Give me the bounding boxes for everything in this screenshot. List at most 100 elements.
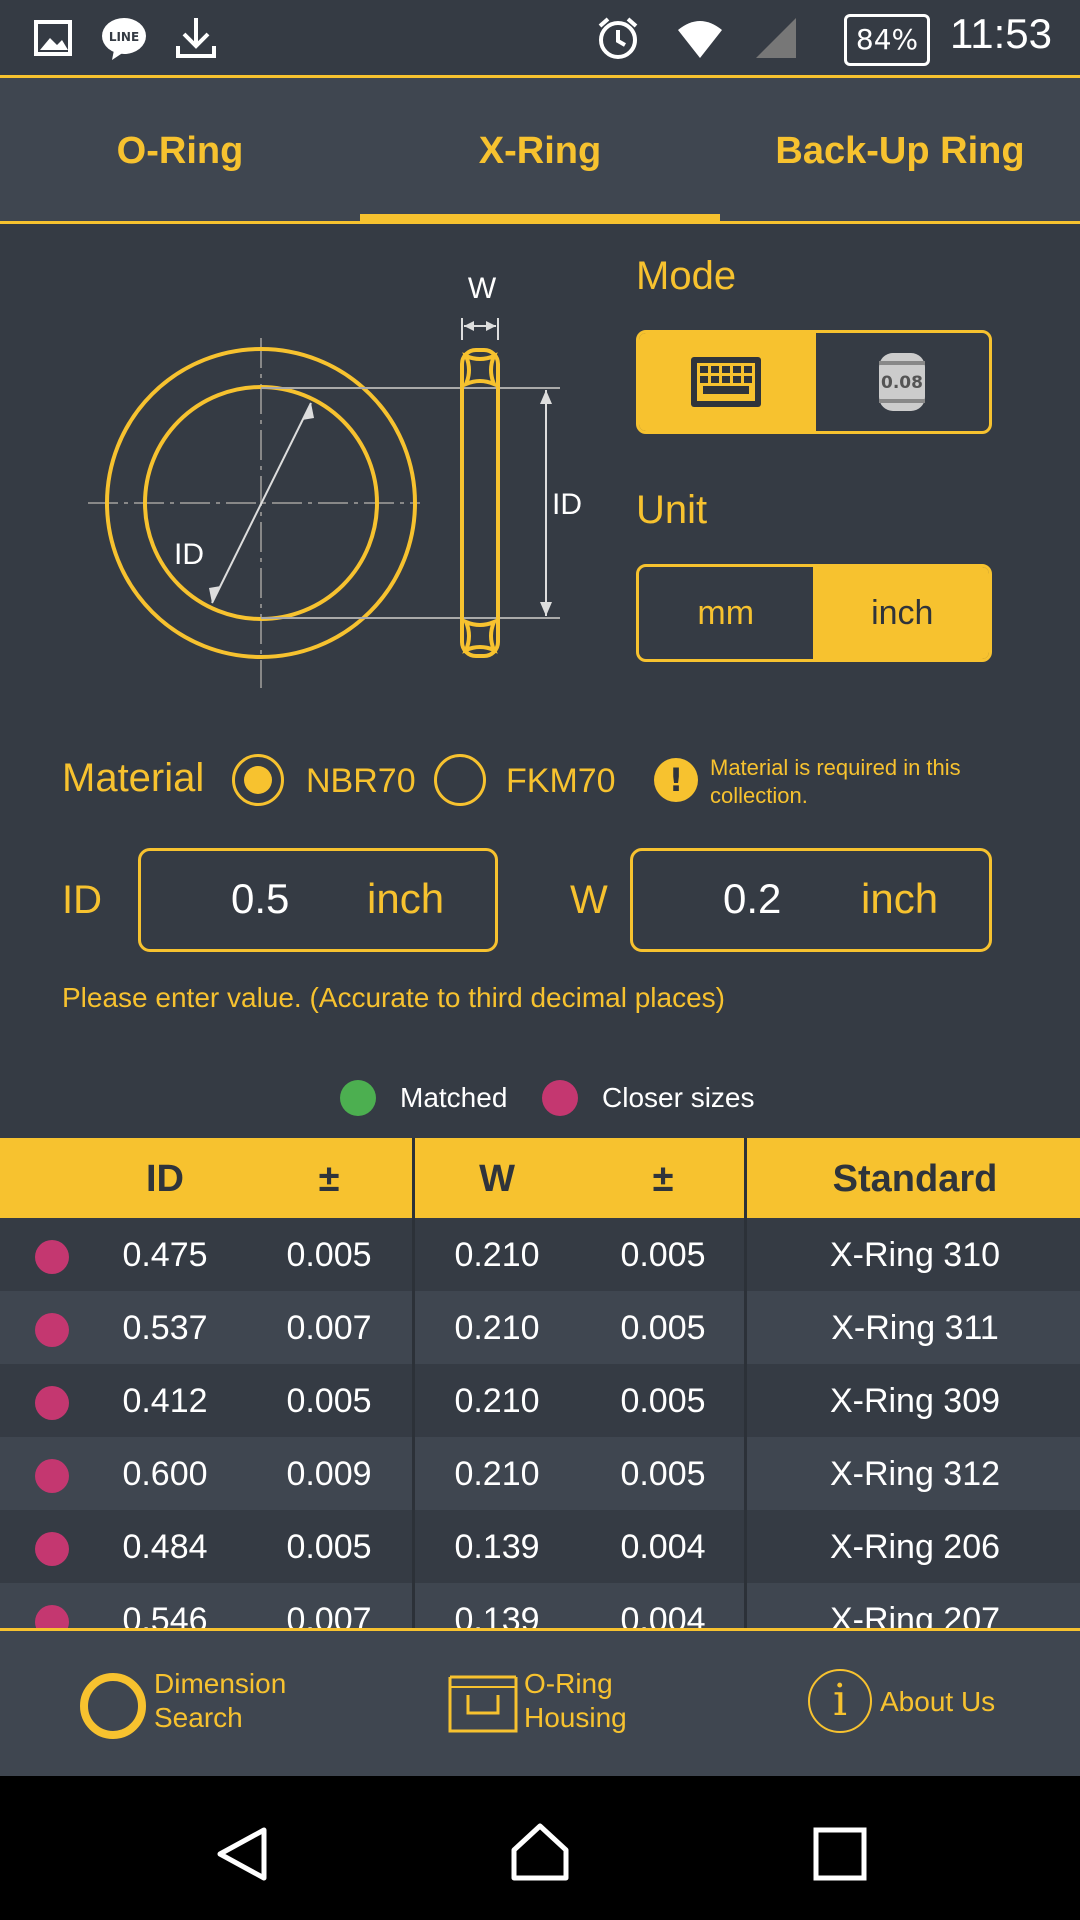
back-icon[interactable] xyxy=(212,1824,272,1884)
nav-dimension-search-line1: Dimension xyxy=(154,1668,287,1699)
table-row[interactable]: 0.600 0.009 0.210 0.005 X-Ring 312 xyxy=(0,1437,1080,1510)
closer-size-dot xyxy=(35,1240,69,1274)
cell-id-tolerance: 0.009 xyxy=(286,1455,372,1493)
diagram-w-label: W xyxy=(467,272,497,305)
dial-icon: 0.08 xyxy=(879,353,926,411)
table-row[interactable]: 0.412 0.005 0.210 0.005 X-Ring 309 xyxy=(0,1364,1080,1437)
cell-id: 0.546 xyxy=(122,1601,208,1628)
tab-back-up-ring[interactable]: Back-Up Ring xyxy=(720,78,1080,222)
header-id: ID xyxy=(146,1158,184,1200)
table-row[interactable]: 0.546 0.007 0.139 0.004 X-Ring 207 xyxy=(0,1583,1080,1628)
cell-id: 0.412 xyxy=(122,1382,208,1420)
material-nbr70-radio[interactable] xyxy=(232,754,284,806)
cell-id-tolerance: 0.007 xyxy=(286,1601,372,1628)
x-ring-diagram xyxy=(88,318,560,688)
w-input-value: 0.2 xyxy=(723,875,782,922)
mode-dial-button[interactable]: 0.08 xyxy=(816,333,990,431)
battery-icon: 84% xyxy=(844,14,930,66)
results-table-body: 0.475 0.005 0.210 0.005 X-Ring 310 0.537… xyxy=(0,1218,1080,1628)
closer-size-dot xyxy=(35,1532,69,1566)
table-row[interactable]: 0.475 0.005 0.210 0.005 X-Ring 310 xyxy=(0,1218,1080,1291)
cell-w: 0.139 xyxy=(454,1601,540,1628)
cell-id: 0.600 xyxy=(122,1455,208,1493)
cell-id: 0.475 xyxy=(122,1236,208,1274)
cell-w: 0.210 xyxy=(454,1309,540,1347)
w-input-label: W xyxy=(570,878,608,922)
diagram-id-circle-label: ID xyxy=(174,538,204,571)
tab-x-ring[interactable]: X-Ring xyxy=(360,78,720,222)
signal-icon xyxy=(756,18,796,58)
cell-id-tolerance: 0.005 xyxy=(286,1236,372,1274)
id-input-value: 0.5 xyxy=(231,875,290,922)
closer-legend-dot xyxy=(542,1080,578,1116)
nav-dimension-search-line2: Search xyxy=(154,1702,243,1733)
mode-keyboard-button[interactable] xyxy=(639,333,813,431)
cell-id: 0.537 xyxy=(122,1309,208,1347)
home-icon[interactable] xyxy=(508,1820,572,1884)
cell-w: 0.210 xyxy=(454,1455,540,1493)
cell-w-tolerance: 0.005 xyxy=(620,1309,706,1347)
unit-inch-button[interactable]: inch xyxy=(815,567,989,659)
header-standard: Standard xyxy=(832,1158,998,1200)
unit-toggle: mm inch xyxy=(636,564,992,662)
cell-w-tolerance: 0.005 xyxy=(620,1382,706,1420)
ring-icon xyxy=(80,1673,146,1739)
header-divider xyxy=(744,1138,747,1218)
closer-legend-label: Closer sizes xyxy=(602,1082,755,1113)
housing-icon xyxy=(448,1675,518,1733)
column-divider xyxy=(744,1218,747,1628)
header-divider xyxy=(412,1138,415,1218)
cell-standard: X-Ring 312 xyxy=(829,1455,1001,1493)
column-divider xyxy=(412,1218,415,1628)
download-icon xyxy=(176,18,216,58)
info-icon: i xyxy=(808,1669,872,1733)
nav-o-ring-housing[interactable]: O-Ring Housing xyxy=(440,1631,660,1776)
material-warning: Material is required in this collection. xyxy=(710,755,961,808)
mode-label: Mode xyxy=(636,254,737,298)
nav-dimension-search[interactable]: Dimension Search xyxy=(60,1631,320,1776)
id-input-field[interactable]: 0.5 inch xyxy=(138,848,498,952)
nav-about-us-label: About Us xyxy=(880,1686,996,1717)
w-input-unit: inch xyxy=(861,875,939,922)
unit-mm-button[interactable]: mm xyxy=(639,567,813,659)
closer-size-dot xyxy=(35,1459,69,1493)
closer-size-dot xyxy=(35,1313,69,1347)
material-fkm70-label: FKM70 xyxy=(506,762,616,800)
cell-w-tolerance: 0.004 xyxy=(620,1601,706,1628)
material-nbr70-label: NBR70 xyxy=(306,762,416,800)
cell-w: 0.210 xyxy=(454,1382,540,1420)
nav-about-us[interactable]: i About Us xyxy=(800,1631,1040,1776)
header-id-tolerance: ± xyxy=(318,1158,340,1200)
wifi-icon xyxy=(678,21,722,58)
cell-w: 0.139 xyxy=(454,1528,540,1566)
nav-o-ring-housing-line2: Housing xyxy=(524,1702,627,1733)
matched-legend-label: Matched xyxy=(400,1082,508,1113)
keyboard-icon xyxy=(690,357,761,407)
id-input-label: ID xyxy=(62,878,102,922)
cell-w-tolerance: 0.005 xyxy=(620,1455,706,1493)
material-fkm70-radio[interactable] xyxy=(434,754,486,806)
header-w: W xyxy=(479,1158,515,1200)
diagram-id-side-label: ID xyxy=(552,488,582,521)
matched-legend-dot xyxy=(340,1080,376,1116)
tab-o-ring[interactable]: O-Ring xyxy=(0,78,360,222)
table-row[interactable]: 0.484 0.005 0.139 0.004 X-Ring 206 xyxy=(0,1510,1080,1583)
gallery-icon xyxy=(34,20,72,56)
status-bar: LINE 84% 11:53 xyxy=(0,0,1080,76)
clock: 11:53 xyxy=(950,10,1052,57)
input-hint: Please enter value. (Accurate to third d… xyxy=(62,982,725,1013)
svg-text:LINE: LINE xyxy=(109,30,139,44)
alarm-icon xyxy=(598,17,638,59)
cell-id-tolerance: 0.005 xyxy=(286,1528,372,1566)
closer-size-dot xyxy=(35,1605,69,1628)
recents-icon[interactable] xyxy=(812,1826,868,1882)
bottom-navigation: Dimension Search O-Ring Housing i About … xyxy=(0,1628,1080,1776)
w-input-field[interactable]: 0.2 inch xyxy=(630,848,992,952)
cell-w: 0.210 xyxy=(454,1236,540,1274)
cell-standard: X-Ring 207 xyxy=(829,1601,1001,1628)
cell-w-tolerance: 0.004 xyxy=(620,1528,706,1566)
cell-id-tolerance: 0.005 xyxy=(286,1382,372,1420)
cell-standard: X-Ring 309 xyxy=(829,1382,1001,1420)
ring-type-tabs: O-Ring X-Ring Back-Up Ring xyxy=(0,78,1080,222)
table-row[interactable]: 0.537 0.007 0.210 0.005 X-Ring 311 xyxy=(0,1291,1080,1364)
